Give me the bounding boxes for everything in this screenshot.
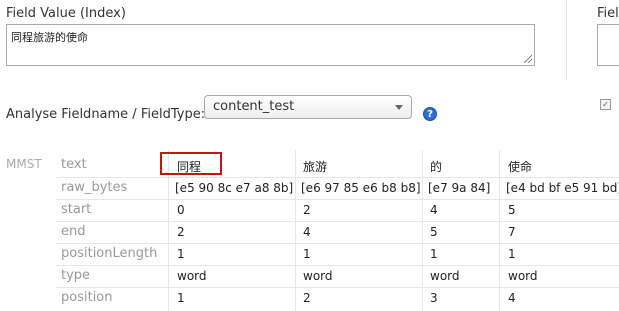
right-field-label: Fiel: [597, 6, 619, 21]
start-cell: 0: [177, 203, 185, 217]
row-label-type: type: [61, 268, 91, 283]
right-field-textarea[interactable]: [597, 24, 619, 66]
fieldname-select[interactable]: content_test: [204, 95, 412, 119]
analyzer-name: MMST: [6, 157, 42, 171]
position-length-cell: 1: [177, 247, 185, 261]
token-text-cell: 的: [430, 160, 443, 174]
analyse-fieldname-label: Analyse Fieldname / FieldType:: [6, 107, 206, 122]
type-cell: word: [430, 269, 460, 283]
end-cell: 4: [303, 225, 311, 239]
highlight-box: [160, 152, 222, 175]
field-value-textarea[interactable]: 同程旅游的使命: [6, 24, 535, 66]
row-separator: [56, 199, 619, 200]
row-label-position-length: positionLength: [61, 246, 158, 261]
end-cell: 7: [508, 225, 516, 239]
row-label-end: end: [61, 224, 86, 239]
raw-bytes-cell: [e5 90 8c e7 a8 8b]: [175, 181, 294, 195]
row-separator: [56, 265, 619, 266]
position-length-cell: 1: [508, 247, 516, 261]
row-separator: [56, 221, 619, 222]
row-label-raw-bytes: raw_bytes: [61, 180, 128, 195]
row-label-start: start: [61, 202, 92, 217]
end-cell: 2: [177, 225, 185, 239]
row-separator: [56, 243, 619, 244]
row-label-position: position: [61, 290, 113, 305]
column-divider: [566, 0, 567, 80]
position-length-cell: 1: [430, 247, 438, 261]
row-separator: [56, 177, 619, 178]
fieldname-select-value: content_test: [213, 99, 295, 114]
position-length-cell: 1: [303, 247, 311, 261]
token-text-cell: 使命: [508, 160, 533, 174]
start-cell: 4: [430, 203, 438, 217]
type-cell: word: [177, 269, 207, 283]
chevron-down-icon: [395, 105, 403, 110]
type-cell: word: [303, 269, 333, 283]
field-value-text: 同程旅游的使命: [11, 31, 88, 44]
start-cell: 5: [508, 203, 516, 217]
verbose-checkbox[interactable]: ✓: [600, 99, 611, 110]
position-cell: 2: [303, 291, 311, 305]
row-label-text: text: [61, 157, 87, 172]
raw-bytes-cell: [e7 9a 84]: [428, 181, 491, 195]
position-cell: 3: [430, 291, 438, 305]
start-cell: 2: [303, 203, 311, 217]
end-cell: 5: [430, 225, 438, 239]
raw-bytes-cell: [e6 97 85 e6 b8 b8]: [301, 181, 421, 195]
resize-grip-icon[interactable]: [524, 55, 532, 63]
position-cell: 1: [177, 291, 185, 305]
help-icon[interactable]: ?: [423, 107, 437, 121]
check-icon: ✓: [602, 100, 609, 109]
raw-bytes-cell: [e4 bd bf e5 91 bd]: [506, 181, 619, 195]
token-text-cell: 旅游: [303, 160, 328, 174]
row-separator: [56, 287, 619, 288]
field-value-label: Field Value (Index): [6, 6, 126, 21]
position-cell: 4: [508, 291, 516, 305]
type-cell: word: [508, 269, 538, 283]
